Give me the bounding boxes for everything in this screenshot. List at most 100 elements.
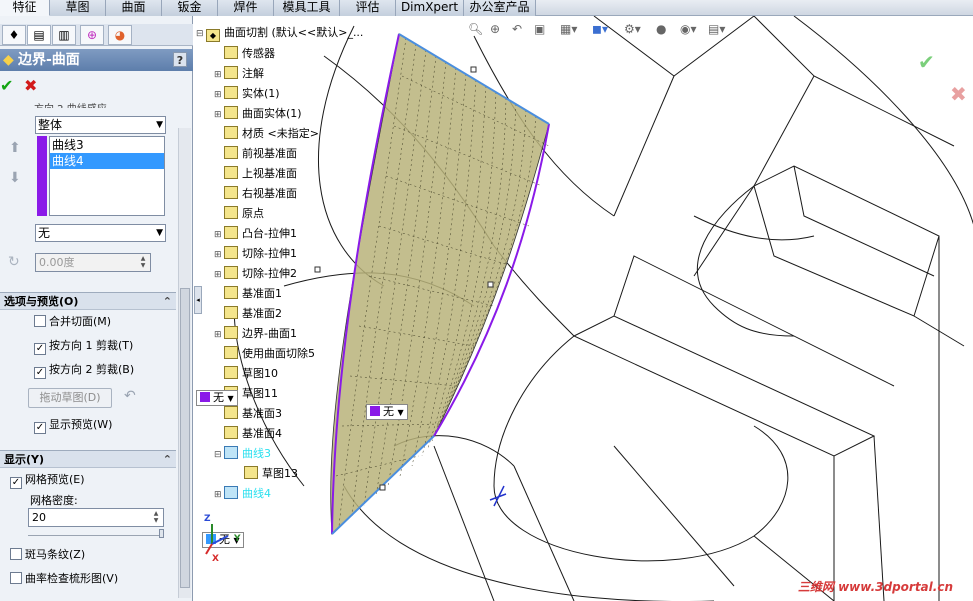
apply-scene-icon[interactable]: ◉▾ xyxy=(680,22,697,36)
tab-dimxpert[interactable]: DimXpert xyxy=(396,0,464,16)
expand-icon[interactable]: ⊞ xyxy=(214,328,224,342)
section-view-icon[interactable]: ▣ xyxy=(534,22,545,36)
expand-icon[interactable]: ⊞ xyxy=(214,488,224,502)
tree-item[interactable]: 基准面3 xyxy=(214,406,282,421)
zebra-stripes-checkbox[interactable]: 斑马条纹(Z) xyxy=(10,548,85,562)
collapse-icon[interactable]: ⌃ xyxy=(163,293,172,310)
list-item[interactable]: 曲线3 xyxy=(50,137,164,153)
checkbox-checked[interactable]: ✓ xyxy=(10,477,22,489)
tab-mold-tools[interactable]: 模具工具 xyxy=(274,0,340,16)
tree-item[interactable]: 草图10 xyxy=(214,366,278,381)
display-manager-icon[interactable]: ◕ xyxy=(108,25,132,45)
checkbox-box[interactable] xyxy=(10,572,22,584)
expand-icon[interactable]: ⊞ xyxy=(214,88,224,102)
mesh-density-input[interactable]: 20 ▲ ▼ xyxy=(28,508,164,527)
checkbox-box[interactable] xyxy=(34,315,46,327)
undo-sketch-drag-icon[interactable]: ↶ xyxy=(124,388,136,404)
expand-icon[interactable]: ⊟ xyxy=(196,27,206,41)
tree-item[interactable]: 上视基准面 xyxy=(214,166,297,181)
previous-view-icon[interactable]: ↶ xyxy=(512,22,522,36)
mesh-density-slider[interactable] xyxy=(28,529,164,538)
tab-weldments[interactable]: 焊件 xyxy=(218,0,274,16)
property-manager-icon[interactable]: ▤ xyxy=(27,25,51,45)
configuration-manager-icon[interactable]: ▥ xyxy=(52,25,76,45)
options-preview-header[interactable]: 选项与预览(O) ⌃ xyxy=(0,292,176,310)
expand-icon[interactable]: ⊞ xyxy=(214,68,224,82)
tab-evaluate[interactable]: 评估 xyxy=(340,0,396,16)
tree-item[interactable]: ⊟ 曲线3 xyxy=(214,446,271,462)
tangent-angle-input[interactable]: 0.00度 ▲ ▼ xyxy=(35,253,151,272)
curve-influence-select[interactable]: 整体 ▼ xyxy=(35,116,166,134)
tree-item[interactable]: 基准面4 xyxy=(214,426,282,441)
display-header[interactable]: 显示(Y) ⌃ xyxy=(0,450,176,468)
spinner-icon[interactable]: ▲ ▼ xyxy=(137,255,149,270)
merge-tangent-checkbox[interactable]: 合并切面(M) xyxy=(34,315,111,329)
scrollbar-thumb[interactable] xyxy=(180,288,190,588)
panel-collapse-handle[interactable]: ◂ xyxy=(194,286,202,314)
checkbox-checked[interactable]: ✓ xyxy=(34,422,46,434)
expand-icon[interactable]: ⊞ xyxy=(214,248,224,262)
tree-item[interactable]: 右视基准面 xyxy=(214,186,297,201)
tree-item[interactable]: 传感器 xyxy=(214,46,275,61)
trim-dir2-checkbox[interactable]: ✓ 按方向 2 剪裁(B) xyxy=(34,363,134,379)
ok-button[interactable]: ✔ xyxy=(0,76,13,95)
spinner-icon[interactable]: ▲ ▼ xyxy=(150,510,162,525)
connector-callout[interactable]: 无 ▼ xyxy=(196,390,238,406)
tab-features[interactable]: 特征 xyxy=(0,0,50,16)
confirm-cancel-icon[interactable]: ✖ xyxy=(950,82,967,106)
curve-list[interactable]: 曲线3 曲线4 xyxy=(49,136,165,216)
tree-item[interactable]: 原点 xyxy=(214,206,264,221)
tree-item[interactable]: 基准面2 xyxy=(214,306,282,321)
tree-item[interactable]: ⊞ 切除-拉伸1 xyxy=(214,246,297,262)
tree-item[interactable]: ⊞ 曲面实体(1) xyxy=(214,106,302,122)
tab-sketch[interactable]: 草图 xyxy=(50,0,106,16)
tree-item[interactable]: ⊞ 实体(1) xyxy=(214,86,280,102)
tangency-select[interactable]: 无 ▼ xyxy=(35,224,166,242)
tree-item[interactable]: ⊞ 曲线4 xyxy=(214,486,271,502)
tree-item[interactable]: ⊞ 凸台-拉伸1 xyxy=(214,226,297,242)
drag-sketch-button[interactable]: 拖动草图(D) xyxy=(28,388,112,408)
confirm-ok-icon[interactable]: ✔ xyxy=(918,50,935,74)
checkbox-checked[interactable]: ✓ xyxy=(34,367,46,379)
edit-appearance-icon[interactable]: ● xyxy=(656,22,666,36)
tree-item[interactable]: ⊞ 注解 xyxy=(214,66,264,82)
reverse-direction-icon[interactable]: ↻ xyxy=(8,254,20,270)
show-preview-checkbox[interactable]: ✓ 显示预览(W) xyxy=(34,418,112,434)
tab-surfaces[interactable]: 曲面 xyxy=(106,0,162,16)
move-up-icon[interactable]: ⬆ xyxy=(9,140,21,156)
view-settings-icon[interactable]: ▤▾ xyxy=(708,22,725,36)
checkbox-checked[interactable]: ✓ xyxy=(34,343,46,355)
tree-root[interactable]: ⊟ ◆ 曲面切割 (默认<<默认>_... xyxy=(196,26,363,42)
tree-item[interactable]: 草图13 xyxy=(234,466,298,481)
checkbox-box[interactable] xyxy=(10,548,22,560)
slider-thumb[interactable] xyxy=(159,529,164,538)
connector-callout[interactable]: 无 ▼ xyxy=(366,404,408,420)
graphics-area[interactable]: 🔍︎ ⊕ ↶ ▣ ▦▾ ◼▾ ⚙▾ ● ◉▾ ▤▾ ⊟ ◆ 曲面切割 (默认<<默认… xyxy=(194,16,973,601)
expand-icon[interactable]: ⊞ xyxy=(214,108,224,122)
mesh-preview-checkbox[interactable]: ✓ 网格预览(E) xyxy=(10,473,85,489)
dimxpert-manager-icon[interactable]: ⊕ xyxy=(80,25,104,45)
trim-dir1-checkbox[interactable]: ✓ 按方向 1 剪裁(T) xyxy=(34,339,133,355)
tree-item[interactable]: 材质 <未指定> xyxy=(214,126,319,141)
curvature-combs-checkbox[interactable]: 曲率检查梳形图(V) xyxy=(10,572,118,586)
tree-item[interactable]: 前视基准面 xyxy=(214,146,297,161)
help-button[interactable]: ? xyxy=(173,52,187,67)
move-down-icon[interactable]: ⬇ xyxy=(9,170,21,186)
hide-show-items-icon[interactable]: ⚙▾ xyxy=(624,22,641,36)
expand-icon[interactable]: ⊟ xyxy=(214,448,224,462)
tab-office-products[interactable]: 办公室产品 xyxy=(464,0,536,16)
tree-item[interactable]: ⊞ 边界-曲面1 xyxy=(214,326,297,342)
cancel-button[interactable]: ✖ xyxy=(24,76,37,95)
collapse-icon[interactable]: ⌃ xyxy=(163,451,172,468)
expand-icon[interactable]: ⊞ xyxy=(214,228,224,242)
tree-item[interactable]: ⊞ 切除-拉伸2 xyxy=(214,266,297,282)
tab-sheetmetal[interactable]: 钣金 xyxy=(162,0,218,16)
tree-item[interactable]: 使用曲面切除5 xyxy=(214,346,315,361)
list-item-selected[interactable]: 曲线4 xyxy=(50,153,164,169)
view-orientation-icon[interactable]: ▦▾ xyxy=(560,22,577,36)
expand-icon[interactable]: ⊞ xyxy=(214,268,224,282)
display-style-icon[interactable]: ◼▾ xyxy=(592,22,608,36)
tree-item[interactable]: 基准面1 xyxy=(214,286,282,301)
zoom-area-icon[interactable]: ⊕ xyxy=(490,22,500,36)
feature-manager-icon[interactable]: ♦ xyxy=(2,25,26,45)
